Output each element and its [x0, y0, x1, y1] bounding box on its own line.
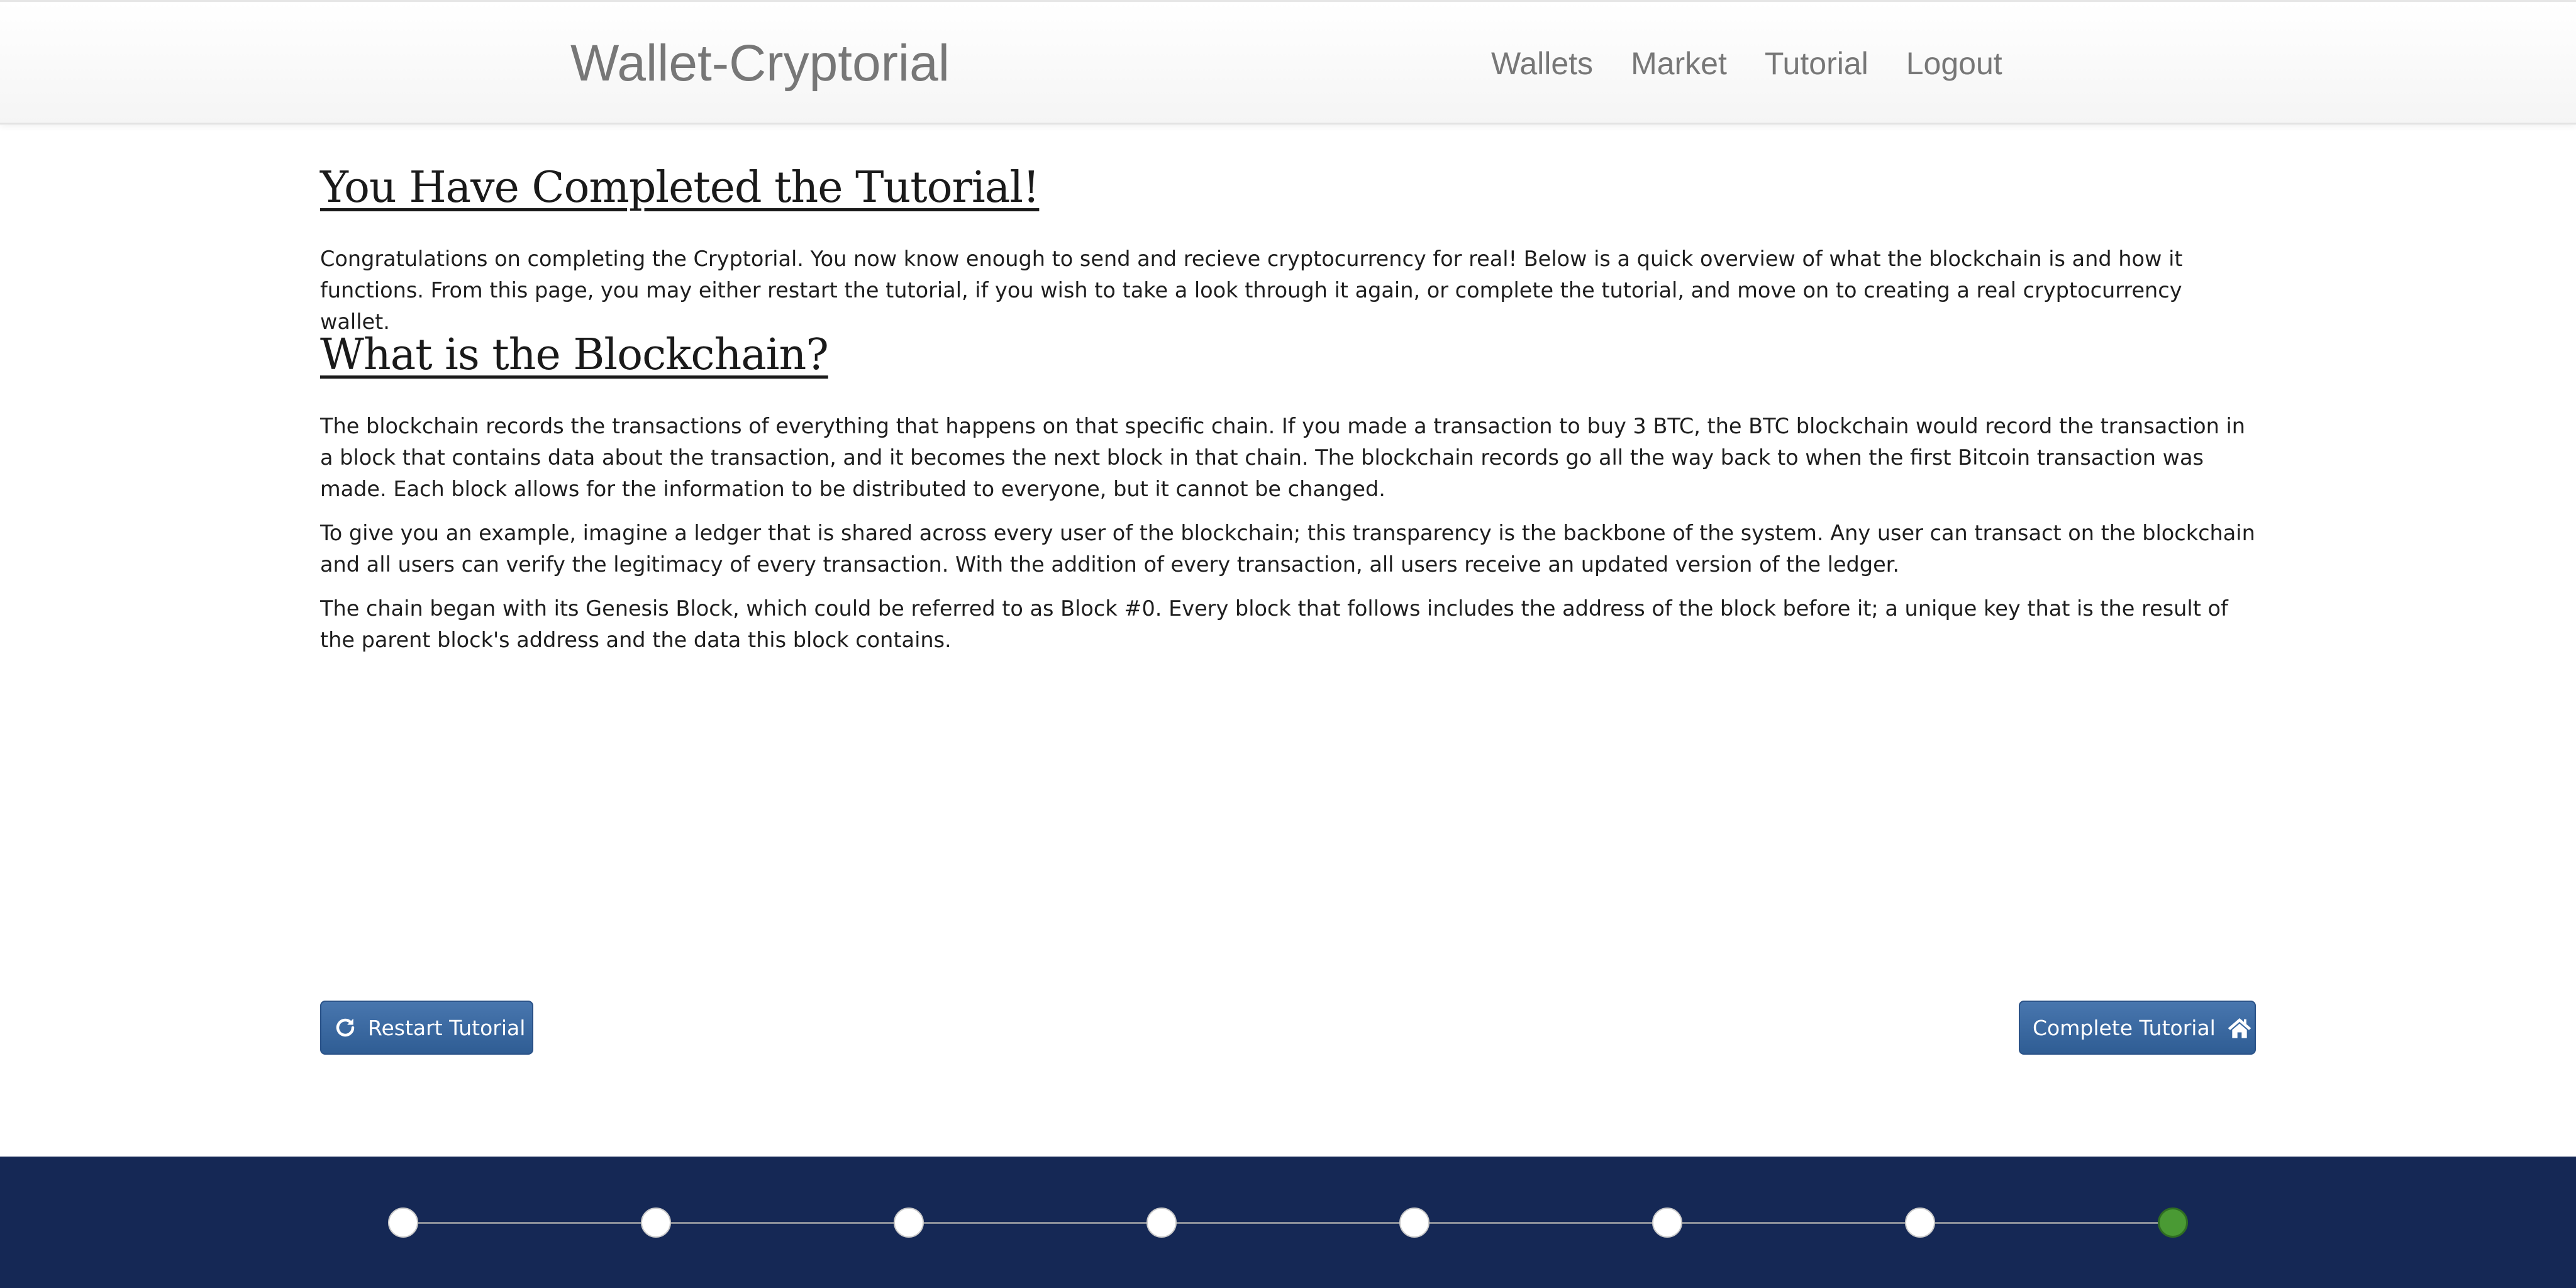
nav-links: Wallets Market Tutorial Logout [1491, 43, 2002, 84]
restart-tutorial-label: Restart Tutorial [368, 1015, 526, 1040]
progress-step-6[interactable] [1652, 1208, 1682, 1238]
progress-step-7[interactable] [1905, 1208, 1935, 1238]
progress-step-1[interactable] [388, 1208, 418, 1238]
complete-tutorial-label: Complete Tutorial [2033, 1015, 2216, 1040]
home-icon [2227, 1015, 2252, 1040]
nav-link-wallets[interactable]: Wallets [1491, 43, 1593, 84]
blockchain-paragraph-2: To give you an example, imagine a ledger… [320, 521, 2255, 577]
blockchain-paragraph-3: The chain began with its Genesis Block, … [320, 596, 2228, 652]
progress-footer [0, 1157, 2576, 1288]
progress-step-3[interactable] [894, 1208, 924, 1238]
progress-step-5[interactable] [1399, 1208, 1430, 1238]
nav-link-logout[interactable]: Logout [1906, 43, 2002, 84]
complete-tutorial-button[interactable]: Complete Tutorial [2019, 1001, 2256, 1055]
blockchain-heading: What is the Blockchain? [320, 330, 829, 380]
brand-link[interactable]: Wallet-Cryptorial [570, 32, 950, 95]
progress-step-4[interactable] [1146, 1208, 1177, 1238]
progress-step-2[interactable] [641, 1208, 671, 1238]
refresh-icon [334, 1015, 357, 1040]
blockchain-paragraph-1: The blockchain records the transactions … [320, 414, 2246, 501]
top-navbar: Wallet-Cryptorial Wallets Market Tutoria… [0, 0, 2576, 125]
nav-link-market[interactable]: Market [1631, 43, 1727, 84]
completed-heading: You Have Completed the Tutorial! [320, 163, 1040, 213]
progress-step-8-current[interactable] [2158, 1208, 2188, 1238]
restart-tutorial-button[interactable]: Restart Tutorial [320, 1001, 533, 1055]
nav-link-tutorial[interactable]: Tutorial [1765, 43, 1868, 84]
